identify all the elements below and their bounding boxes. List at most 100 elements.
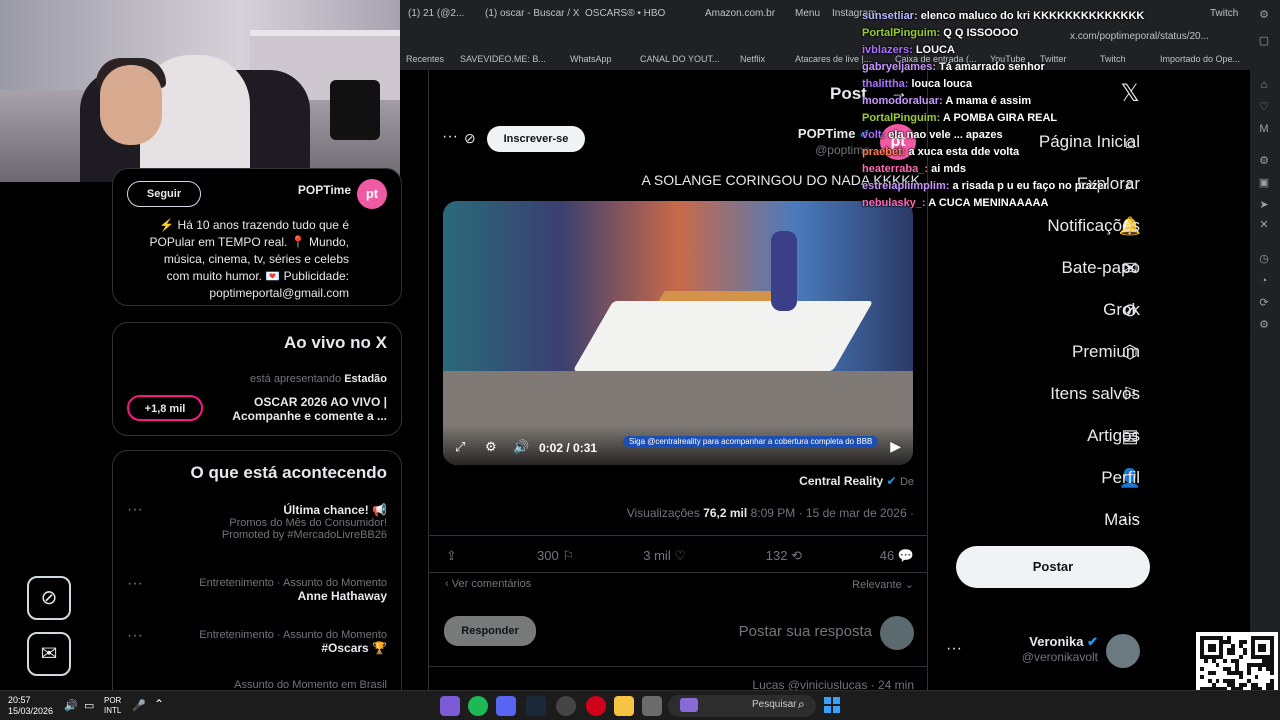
chat-username[interactable]: heaterraba_:	[862, 163, 931, 175]
subscribe-button[interactable]: Inscrever-se	[487, 126, 585, 152]
bookmark[interactable]: CANAL DO YOUT...	[640, 54, 720, 64]
chat-username[interactable]: estrelapliimplim:	[862, 180, 952, 192]
m-icon[interactable]: M	[1257, 122, 1271, 136]
listener-count-badge[interactable]: +1,8 mil	[127, 395, 203, 421]
tab[interactable]: (1) oscar - Buscar / X	[485, 8, 579, 19]
nav-item-chat[interactable]: Bate-papo	[1062, 258, 1140, 278]
chat-username[interactable]: thalittha:	[862, 78, 912, 90]
account-avatar[interactable]	[1106, 634, 1140, 668]
more-icon[interactable]: ···	[442, 128, 458, 146]
trend-item[interactable]: Entretenimento · Assunto do Momento #Osc…	[199, 629, 387, 655]
settings-icon[interactable]: ⚙	[485, 439, 497, 455]
clock-icon[interactable]: ◷	[1257, 252, 1271, 266]
chat-username[interactable]: volt:	[862, 129, 888, 141]
qr-module	[1258, 667, 1263, 672]
nav-item-grok[interactable]: Grok	[1103, 300, 1140, 320]
network-icon[interactable]: ▭	[84, 699, 94, 712]
bookmark[interactable]: Netflix	[740, 54, 765, 64]
tab[interactable]: OSCARS® • HBO	[585, 8, 665, 19]
lang-layout[interactable]: INTL	[104, 706, 121, 716]
volume-icon[interactable]: 🔊	[64, 699, 78, 712]
bookmark[interactable]: SAVEVIDEO.ME: B...	[460, 54, 546, 64]
more-icon[interactable]: ···	[127, 627, 143, 645]
nav-item-notifications[interactable]: Notificações	[1047, 216, 1140, 236]
grok-icon[interactable]: ⊘	[464, 130, 476, 147]
bookmark-stat[interactable]: 300 ⚐	[537, 548, 574, 564]
chat-username[interactable]: ivblazers:	[862, 44, 916, 56]
volume-icon[interactable]: 🔊	[513, 439, 529, 455]
app-icon[interactable]	[556, 696, 576, 716]
messages-icon[interactable]: ✉	[27, 632, 71, 676]
nav-item-profile[interactable]: Perfil	[1101, 468, 1140, 488]
author-name[interactable]: POPTime	[798, 126, 856, 141]
reply-stat[interactable]: 46 💬	[880, 548, 914, 564]
source-name[interactable]: Central Reality	[799, 474, 883, 488]
tab[interactable]: (1) 21 (@2...	[408, 8, 464, 19]
fullscreen-icon[interactable]: ⤢	[455, 439, 465, 455]
trend-item[interactable]: Última chance! 📢 Promos do Mês do Consum…	[222, 503, 387, 541]
folder-icon[interactable]	[614, 696, 634, 716]
nav-item-premium[interactable]: Premium	[1072, 342, 1140, 362]
clock-date[interactable]: 15/03/2026	[8, 706, 53, 717]
sort-dropdown[interactable]: Relevante ⌄	[852, 578, 914, 591]
task-view-icon[interactable]	[642, 696, 662, 716]
chat-message: gabryeljames: Tá amarrado senhor	[862, 61, 1045, 73]
tab[interactable]: Amazon.com.br	[705, 8, 775, 19]
chat-username[interactable]: sunsetliar:	[862, 10, 921, 22]
chat-username[interactable]: nebulasky_:	[862, 197, 928, 209]
chat-username[interactable]: momodoraluar:	[862, 95, 945, 107]
play-icon[interactable]: ▶	[890, 438, 901, 455]
tab[interactable]: Menu	[795, 8, 820, 19]
chat-text: louca louca	[911, 78, 973, 90]
reply-button[interactable]: Responder	[444, 616, 536, 646]
send-icon[interactable]: ➤	[1257, 198, 1271, 212]
chevron-up-icon[interactable]: ⌃	[154, 697, 164, 711]
qr-module	[1238, 655, 1243, 660]
settings-icon[interactable]: ⚙	[1257, 318, 1271, 332]
post-button[interactable]: Postar	[956, 546, 1150, 588]
follow-button[interactable]: Seguir	[127, 181, 201, 207]
search-box[interactable]: Pesquisar ⌕	[668, 695, 816, 717]
clock-time[interactable]: 20:57	[8, 695, 53, 706]
opera-icon[interactable]	[586, 696, 606, 716]
nav-item-more[interactable]: Mais	[1104, 510, 1140, 530]
like-stat[interactable]: 3 mil ♡	[643, 548, 686, 564]
share-icon[interactable]: ⇪	[446, 548, 457, 564]
sync-icon[interactable]: ⟳	[1257, 296, 1271, 310]
nav-item-bookmarks[interactable]: Itens salvos	[1050, 384, 1140, 404]
more-icon[interactable]: ···	[127, 501, 143, 519]
shopping-icon[interactable]: ⌂	[1257, 78, 1271, 92]
mic-icon[interactable]: 🎤	[132, 699, 146, 712]
app-icon[interactable]	[440, 696, 460, 716]
repost-stat[interactable]: 132 ⟲	[766, 548, 802, 564]
discord-icon[interactable]	[496, 696, 516, 716]
see-replies-link[interactable]: ‹ Ver comentários	[445, 578, 531, 590]
post-video[interactable]: Siga @centralreality para acompanhar a c…	[443, 201, 913, 465]
spotify-icon[interactable]	[468, 696, 488, 716]
x-icon[interactable]: ✕	[1257, 218, 1271, 232]
trend-sub: Promoted by #MercadoLivreBB26	[221, 529, 387, 541]
steam-icon[interactable]	[526, 696, 546, 716]
settings-icon[interactable]: ⚙	[1257, 8, 1271, 22]
trend-item[interactable]: Entretenimento · Assunto do Momento Anne…	[199, 577, 387, 603]
bookmark[interactable]: Recentes	[406, 54, 444, 64]
heart-icon[interactable]: ♡	[1257, 100, 1271, 114]
reply-input[interactable]: Postar sua resposta	[739, 623, 872, 640]
sync-off-icon[interactable]: ⊘	[27, 576, 71, 620]
start-icon[interactable]	[824, 697, 840, 713]
more-icon[interactable]: ···	[127, 575, 143, 593]
account-menu-icon[interactable]: ···	[946, 640, 962, 658]
bookmark[interactable]: WhatsApp	[570, 54, 612, 64]
gear-icon[interactable]: ⚙	[1257, 154, 1271, 168]
chat-username[interactable]: PortalPinguim:	[862, 112, 943, 124]
wallet-icon[interactable]: ▣	[1257, 176, 1271, 190]
chat-message: PortalPinguim: A POMBA GIRA REAL	[862, 112, 1057, 124]
nav-item-articles[interactable]: Artigos	[1087, 426, 1140, 446]
history-icon[interactable]: ◔	[1257, 274, 1271, 288]
lang-code[interactable]: POR	[104, 696, 121, 706]
chat-username[interactable]: praebet:	[862, 146, 908, 158]
chat-username[interactable]: PortalPinguim:	[862, 27, 943, 39]
extension-icon[interactable]: ▢	[1257, 34, 1271, 48]
chat-username[interactable]: gabryeljames:	[862, 61, 939, 73]
live-card[interactable]: Ao vivo no X está apresentando Estadão O…	[112, 322, 402, 436]
